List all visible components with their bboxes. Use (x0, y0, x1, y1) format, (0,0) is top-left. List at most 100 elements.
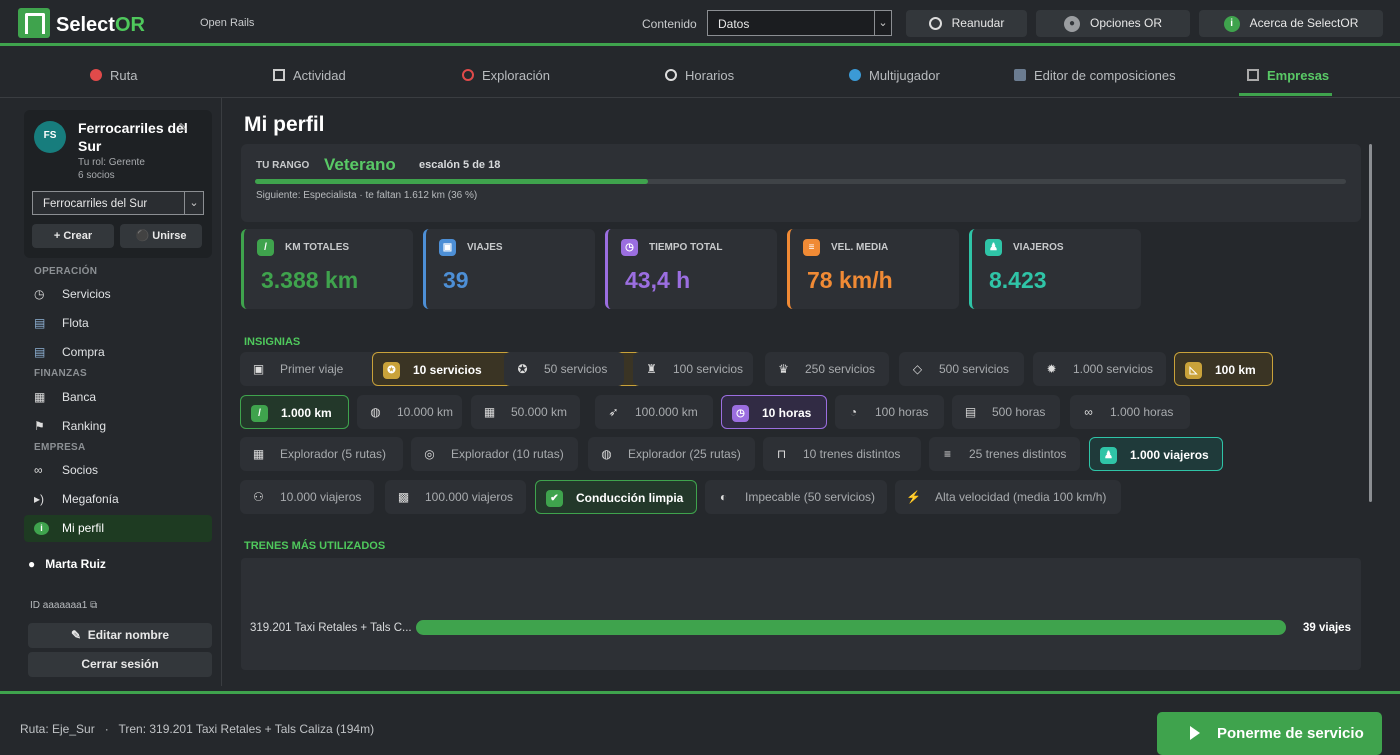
sidebar-item-ranking[interactable]: ⚑ Ranking (24, 413, 212, 440)
top-bar: SelectOR Open Rails Contenido Datos ⌄ Re… (0, 0, 1400, 46)
rank-card: TU RANGO Veterano escalón 5 de 18 Siguie… (241, 144, 1361, 222)
company-select-value: Ferrocarriles del Sur (43, 198, 148, 210)
tab-actividad[interactable]: Actividad (273, 68, 346, 83)
stat-card: / KM TOTALES 3.388 km (241, 229, 413, 309)
badge[interactable]: ◷ 10 horas (721, 395, 827, 429)
badge[interactable]: ➶ 100.000 km (595, 395, 713, 429)
badge[interactable]: ▩ 100.000 viajeros (385, 480, 526, 514)
sidebar-item-flota[interactable]: ▤ Flota (24, 310, 212, 337)
company-name: Ferrocarriles del Sur (78, 120, 188, 154)
tab-multijugador[interactable]: Multijugador (849, 68, 940, 83)
sidebar: FS Ferrocarriles del Sur ✎ Tu rol: Geren… (14, 98, 222, 686)
badge-label: Impecable (50 servicios) (745, 490, 876, 504)
scrollbar[interactable] (1369, 144, 1372, 502)
badge-label: 10 horas (762, 406, 812, 420)
badge[interactable]: ▦ 50.000 km (471, 395, 580, 429)
badge[interactable]: ◐ Impecable (50 servicios) (705, 480, 887, 514)
info-icon: i (34, 522, 49, 535)
rank-progress-bar (255, 179, 1346, 184)
map-icon: ▦ (252, 447, 265, 461)
people-icon: ⚇ (253, 490, 264, 504)
stadium-icon: ▩ (397, 490, 410, 504)
sidebar-item-mi-perfil[interactable]: i Mi perfil (24, 515, 212, 542)
tab-ruta[interactable]: Ruta (90, 68, 137, 83)
logout-button[interactable]: Cerrar sesión (28, 652, 212, 677)
sidebar-item-servicios[interactable]: ◷ Servicios (24, 281, 212, 308)
person-icon: ♟ (985, 239, 1002, 256)
pin-icon (90, 69, 102, 81)
user-icon: ● (28, 557, 46, 571)
trains-title: TRENES MÁS UTILIZADOS (244, 540, 386, 552)
sidebar-item-banca[interactable]: ▦ Banca (24, 384, 212, 411)
resume-button[interactable]: Reanudar (906, 10, 1027, 37)
section-finance: FINANZAS (34, 368, 87, 379)
badge[interactable]: ♟ 1.000 viajeros (1089, 437, 1223, 471)
content-select[interactable]: Datos ⌄ (707, 10, 892, 36)
create-company-button[interactable]: + Crear (32, 224, 114, 248)
person-icon: ♟ (1100, 447, 1117, 464)
passenger-icon: ▣ (252, 362, 265, 376)
company-avatar: FS (34, 121, 66, 153)
badge[interactable]: ≡ 25 trenes distintos (929, 437, 1080, 471)
join-icon: ⚫ (135, 230, 153, 242)
badge-label: 100.000 km (635, 405, 698, 419)
badge-label: 100 km (1215, 363, 1256, 377)
badge-label: 50.000 km (511, 405, 568, 419)
copy-icon[interactable]: ⧉ (90, 600, 97, 611)
trophy-icon: ♜ (646, 362, 657, 376)
tab-empresas[interactable]: Empresas (1247, 68, 1329, 83)
train-icon (1014, 69, 1026, 81)
badge[interactable]: ◺ 100 km (1174, 352, 1273, 386)
trains-chart: 319.201 Taxi Retales + Tals C... 39 viaj… (241, 558, 1361, 670)
sidebar-item-socios[interactable]: ∞ Socios (24, 457, 212, 484)
badge[interactable]: ▦ Explorador (5 rutas) (240, 437, 403, 471)
sidebar-item-compra[interactable]: ▤ Compra (24, 339, 212, 366)
badge[interactable]: ✔ Conducción limpia (535, 480, 697, 514)
rank-step: escalón 5 de 18 (419, 159, 501, 171)
edit-name-button[interactable]: ✎ Editar nombre (28, 623, 212, 648)
badge[interactable]: ✪ 50 servicios (504, 352, 624, 386)
badge-label: 1.000 viajeros (1130, 448, 1209, 462)
speaker-icon: ▸) (34, 492, 45, 506)
badge-label: Primer viaje (280, 362, 344, 376)
badge[interactable]: ◇ 500 servicios (899, 352, 1024, 386)
bolt-icon: ⚡ (906, 490, 921, 504)
stat-card: ▣ VIAJES 39 (423, 229, 595, 309)
sidebar-item-megafonia[interactable]: ▸) Megafonía (24, 486, 212, 513)
medal-icon: ✪ (383, 362, 400, 379)
edit-company-icon[interactable]: ✎ (178, 121, 187, 134)
about-button[interactable]: i Acerca de SelectOR (1199, 10, 1383, 37)
badge[interactable]: ⚡ Alta velocidad (media 100 km/h) (895, 480, 1121, 514)
active-tab-indicator (1239, 93, 1332, 96)
check-icon: ✔ (546, 490, 563, 507)
badge[interactable]: ♛ 250 servicios (765, 352, 889, 386)
badge-label: Explorador (25 rutas) (628, 447, 741, 461)
profile-panel: Mi perfil TU RANGO Veterano escalón 5 de… (232, 98, 1372, 686)
tab-editor-composiciones[interactable]: Editor de composiciones (1014, 68, 1176, 83)
compass-icon: ◎ (424, 447, 435, 461)
badge[interactable]: ∞ 1.000 horas (1070, 395, 1190, 429)
options-or-button[interactable]: ● Opciones OR (1036, 10, 1190, 37)
clock-icon: ◷ (34, 287, 45, 301)
stat-value: 78 km/h (807, 267, 893, 293)
bank-icon: ▦ (34, 390, 46, 404)
badge[interactable]: ✹ 1.000 servicios (1033, 352, 1166, 386)
join-company-button[interactable]: ⚫ Unirse (120, 224, 202, 248)
badge[interactable]: ◔ 100 horas (835, 395, 944, 429)
chevron-down-icon[interactable]: ⌄ (874, 11, 891, 35)
badge[interactable]: ♜ 100 servicios (633, 352, 753, 386)
badge[interactable]: ◎ Explorador (10 rutas) (411, 437, 578, 471)
badge[interactable]: ◍ Explorador (25 rutas) (588, 437, 755, 471)
badge[interactable]: ⚇ 10.000 viajeros (240, 480, 374, 514)
badge[interactable]: ⊓ 10 trenes distintos (763, 437, 921, 471)
tab-horarios[interactable]: Horarios (665, 68, 734, 83)
tab-exploracion[interactable]: Exploración (462, 68, 550, 83)
badge[interactable]: ◍ 10.000 km (357, 395, 462, 429)
badge-label: 10 servicios (413, 363, 482, 377)
stat-label: VIAJES (467, 242, 503, 253)
badge[interactable]: / 1.000 km (240, 395, 349, 429)
badge[interactable]: ▤ 500 horas (952, 395, 1060, 429)
chevron-down-icon[interactable]: ⌄ (184, 192, 203, 214)
company-select[interactable]: Ferrocarriles del Sur ⌄ (32, 191, 204, 215)
start-service-button[interactable]: Ponerme de servicio (1157, 712, 1382, 755)
